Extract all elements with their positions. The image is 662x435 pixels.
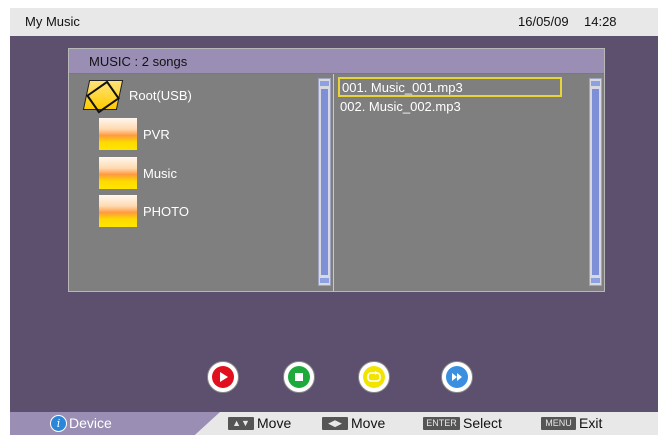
root-folder-icon	[82, 78, 124, 114]
folder-item-pvr[interactable]: PVR	[99, 118, 170, 150]
play-button[interactable]	[207, 361, 239, 393]
folder-icon	[99, 118, 137, 150]
folder-label: Music	[143, 165, 177, 181]
hint-move-vertical: ▲▼ Move	[228, 415, 291, 431]
folder-icon	[99, 195, 137, 227]
up-down-key-icon: ▲▼	[228, 416, 254, 430]
device-tab[interactable]: i Device	[10, 412, 220, 435]
menu-key-icon: MENU	[541, 416, 576, 430]
app-title: My Music	[25, 14, 80, 29]
folder-icon	[99, 157, 137, 189]
stop-icon	[295, 373, 303, 381]
stop-button[interactable]	[283, 361, 315, 393]
time-display: 14:28	[584, 14, 617, 29]
browser-header: MUSIC : 2 songs	[69, 49, 604, 74]
fast-forward-button[interactable]	[441, 361, 473, 393]
device-label: Device	[69, 415, 112, 431]
bottom-hint-bar: i Device ▲▼ Move ◀▶ Move ENTER Select ME…	[10, 412, 658, 435]
enter-key-icon: ENTER	[423, 416, 460, 430]
file-list-pane: 001. Music_001.mp3 002. Music_002.mp3	[333, 74, 604, 291]
hint-move-horizontal: ◀▶ Move	[322, 415, 385, 431]
folder-item-music[interactable]: Music	[99, 157, 177, 189]
hint-label: Move	[351, 415, 386, 431]
date-display: 16/05/09	[518, 14, 569, 29]
file-list-scrollbar[interactable]	[589, 78, 602, 286]
hint-label: Exit	[579, 415, 603, 431]
left-right-key-icon: ◀▶	[322, 416, 348, 430]
scrollbar-thumb[interactable]	[592, 89, 599, 275]
info-icon: i	[50, 415, 67, 432]
media-player-screen: My Music 16/05/09 14:28 MUSIC : 2 songs …	[10, 8, 658, 435]
file-item-selected[interactable]: 001. Music_001.mp3	[338, 77, 562, 97]
file-item[interactable]: 002. Music_002.mp3	[338, 99, 461, 114]
hint-label: Move	[257, 415, 292, 431]
file-browser: MUSIC : 2 songs Root(USB) PVR Music PHOT…	[68, 48, 605, 292]
hint-select: ENTER Select	[423, 415, 502, 431]
repeat-button[interactable]	[358, 361, 390, 393]
folder-item-root[interactable]: Root(USB)	[82, 78, 192, 114]
folder-item-photo[interactable]: PHOTO	[99, 195, 189, 227]
folder-scrollbar[interactable]	[318, 78, 331, 286]
song-count-label: MUSIC : 2 songs	[89, 54, 188, 69]
folder-label: PVR	[143, 126, 170, 142]
play-icon	[220, 372, 228, 382]
folder-label: Root(USB)	[129, 87, 192, 103]
repeat-icon	[367, 371, 381, 382]
folder-pane: Root(USB) PVR Music PHOTO	[69, 74, 332, 291]
hint-exit: MENU Exit	[541, 415, 602, 431]
title-bar: My Music 16/05/09 14:28	[10, 8, 658, 36]
folder-label: PHOTO	[143, 203, 189, 219]
fast-forward-icon	[452, 373, 462, 381]
hint-label: Select	[463, 415, 502, 431]
scrollbar-thumb[interactable]	[321, 89, 328, 275]
